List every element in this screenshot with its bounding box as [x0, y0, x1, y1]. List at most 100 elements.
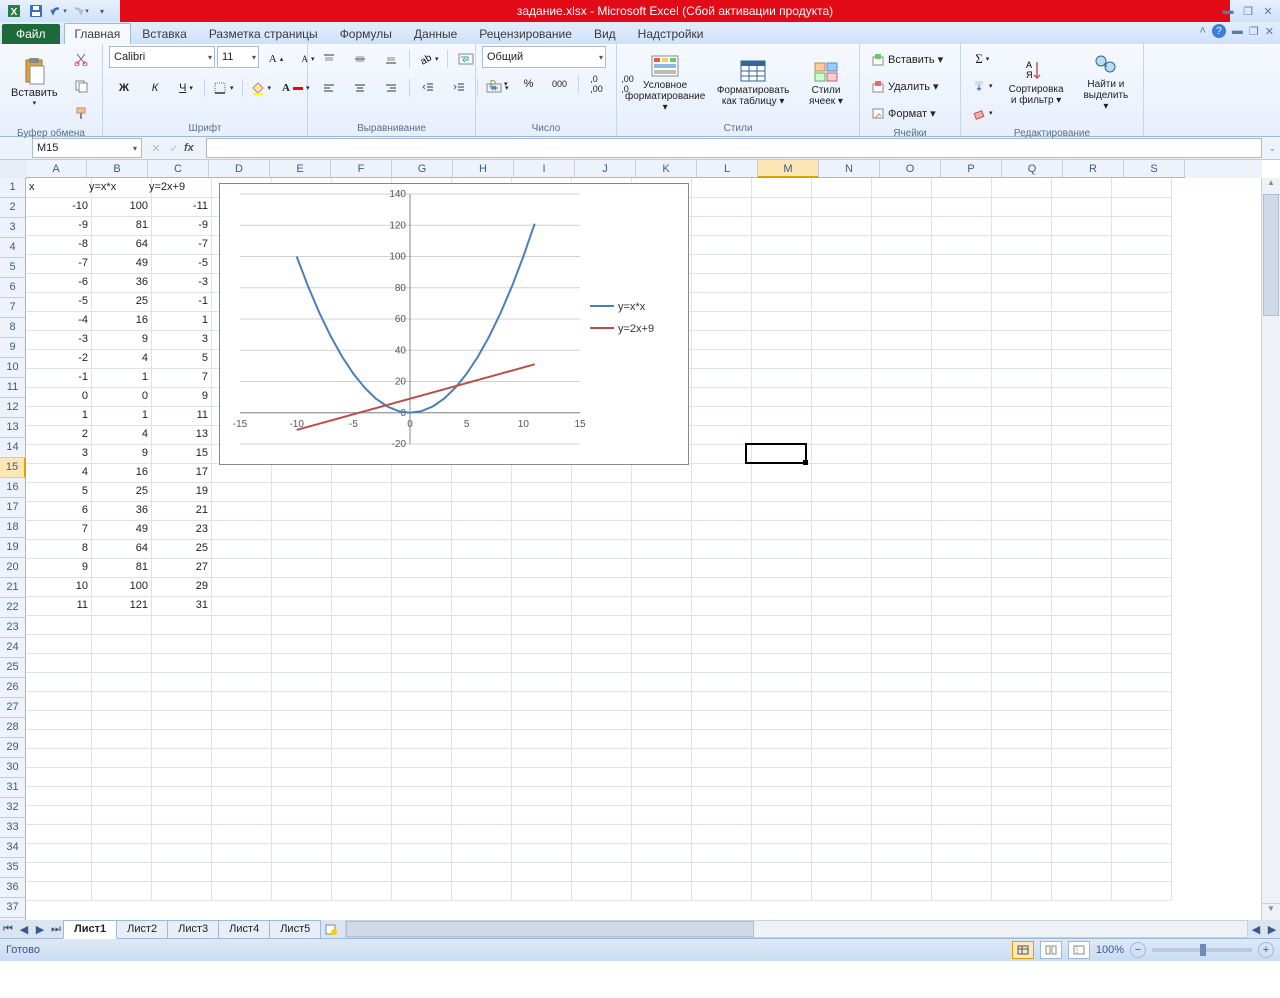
cell[interactable] — [986, 444, 1052, 464]
cell[interactable] — [866, 292, 932, 312]
row-header[interactable]: 21 — [0, 578, 26, 598]
cell[interactable] — [446, 824, 512, 844]
cell[interactable] — [866, 330, 932, 350]
page-break-view-icon[interactable] — [1068, 941, 1090, 959]
cell[interactable] — [266, 577, 332, 597]
insert-cells-button[interactable]: Вставить ▾ — [866, 46, 964, 72]
cell[interactable] — [686, 577, 752, 597]
cell[interactable] — [866, 254, 932, 274]
cell[interactable] — [866, 729, 932, 749]
cell[interactable] — [386, 710, 452, 730]
cell[interactable]: 25 — [86, 292, 152, 312]
cell[interactable] — [26, 634, 92, 654]
zoom-slider[interactable] — [1152, 948, 1252, 952]
column-header[interactable]: I — [514, 160, 575, 178]
cell[interactable] — [1106, 634, 1172, 654]
select-all-button[interactable] — [0, 160, 27, 179]
cell[interactable] — [26, 767, 92, 787]
cell[interactable] — [746, 824, 812, 844]
cell[interactable] — [146, 748, 212, 768]
row-header[interactable]: 5 — [0, 258, 26, 278]
cell[interactable]: -5 — [26, 292, 92, 312]
undo-icon[interactable]: ▾ — [48, 1, 68, 21]
cell[interactable] — [506, 501, 572, 521]
cell[interactable] — [806, 482, 872, 502]
cell[interactable]: 3 — [26, 444, 92, 464]
cell[interactable] — [446, 881, 512, 901]
cell[interactable] — [626, 634, 692, 654]
window-restore-icon[interactable]: ❐ — [1249, 25, 1259, 38]
cell[interactable] — [746, 520, 812, 540]
cell[interactable] — [206, 577, 272, 597]
cell[interactable] — [686, 824, 752, 844]
row-header[interactable]: 12 — [0, 398, 26, 418]
cell[interactable] — [746, 577, 812, 597]
cell[interactable] — [1106, 805, 1172, 825]
cell[interactable] — [686, 463, 752, 483]
align-center-icon[interactable] — [345, 75, 375, 101]
cell[interactable] — [206, 672, 272, 692]
cell[interactable]: -7 — [26, 254, 92, 274]
cell[interactable] — [1106, 330, 1172, 350]
column-header[interactable]: G — [392, 160, 453, 178]
column-header[interactable]: N — [819, 160, 880, 178]
cell[interactable] — [146, 862, 212, 882]
cell[interactable] — [566, 691, 632, 711]
embedded-chart[interactable]: -20020406080100120140-15-10-5051015y=x*x… — [219, 183, 689, 465]
cell[interactable] — [146, 710, 212, 730]
row-header[interactable]: 1 — [0, 178, 26, 198]
cell[interactable] — [326, 539, 392, 559]
cell[interactable]: 9 — [86, 330, 152, 350]
cell[interactable] — [686, 235, 752, 255]
cell[interactable] — [986, 254, 1052, 274]
cell[interactable] — [986, 235, 1052, 255]
cell[interactable] — [266, 520, 332, 540]
cell[interactable] — [266, 786, 332, 806]
cell[interactable] — [506, 862, 572, 882]
cell[interactable] — [806, 596, 872, 616]
cell[interactable] — [506, 539, 572, 559]
cell[interactable] — [806, 748, 872, 768]
row-header[interactable]: 34 — [0, 838, 26, 858]
cell[interactable] — [386, 539, 452, 559]
ribbon-tab-Данные[interactable]: Данные — [403, 23, 468, 44]
cell[interactable] — [986, 349, 1052, 369]
format-cells-button[interactable]: Формат ▾ — [866, 100, 964, 126]
cell[interactable] — [806, 444, 872, 464]
cell[interactable] — [986, 520, 1052, 540]
cell[interactable] — [686, 634, 752, 654]
cell[interactable] — [686, 311, 752, 331]
cell[interactable] — [506, 615, 572, 635]
cell[interactable] — [1046, 786, 1112, 806]
cell[interactable] — [686, 482, 752, 502]
row-header[interactable]: 35 — [0, 858, 26, 878]
column-header[interactable]: K — [636, 160, 697, 178]
cell[interactable] — [746, 273, 812, 293]
cell[interactable] — [326, 463, 392, 483]
cell[interactable] — [686, 767, 752, 787]
cell[interactable] — [266, 843, 332, 863]
cell[interactable] — [1106, 615, 1172, 635]
cell[interactable] — [1046, 444, 1112, 464]
cell[interactable]: 81 — [86, 558, 152, 578]
row-header[interactable]: 3 — [0, 218, 26, 238]
cell[interactable] — [326, 672, 392, 692]
cell[interactable] — [866, 881, 932, 901]
cell[interactable] — [266, 691, 332, 711]
redo-icon[interactable]: ▾ — [70, 1, 90, 21]
cell[interactable] — [866, 805, 932, 825]
cell[interactable] — [626, 539, 692, 559]
cell[interactable] — [506, 672, 572, 692]
cell[interactable] — [326, 691, 392, 711]
cell[interactable] — [506, 653, 572, 673]
cell[interactable] — [686, 881, 752, 901]
cell[interactable] — [146, 881, 212, 901]
cell[interactable] — [686, 786, 752, 806]
enter-formula-icon[interactable]: ✓ — [166, 142, 182, 155]
cell[interactable]: -8 — [26, 235, 92, 255]
cell[interactable]: -1 — [26, 368, 92, 388]
cell[interactable] — [746, 558, 812, 578]
cell[interactable] — [1106, 558, 1172, 578]
fill-icon[interactable]: ▾ — [967, 73, 998, 99]
cell[interactable] — [446, 862, 512, 882]
